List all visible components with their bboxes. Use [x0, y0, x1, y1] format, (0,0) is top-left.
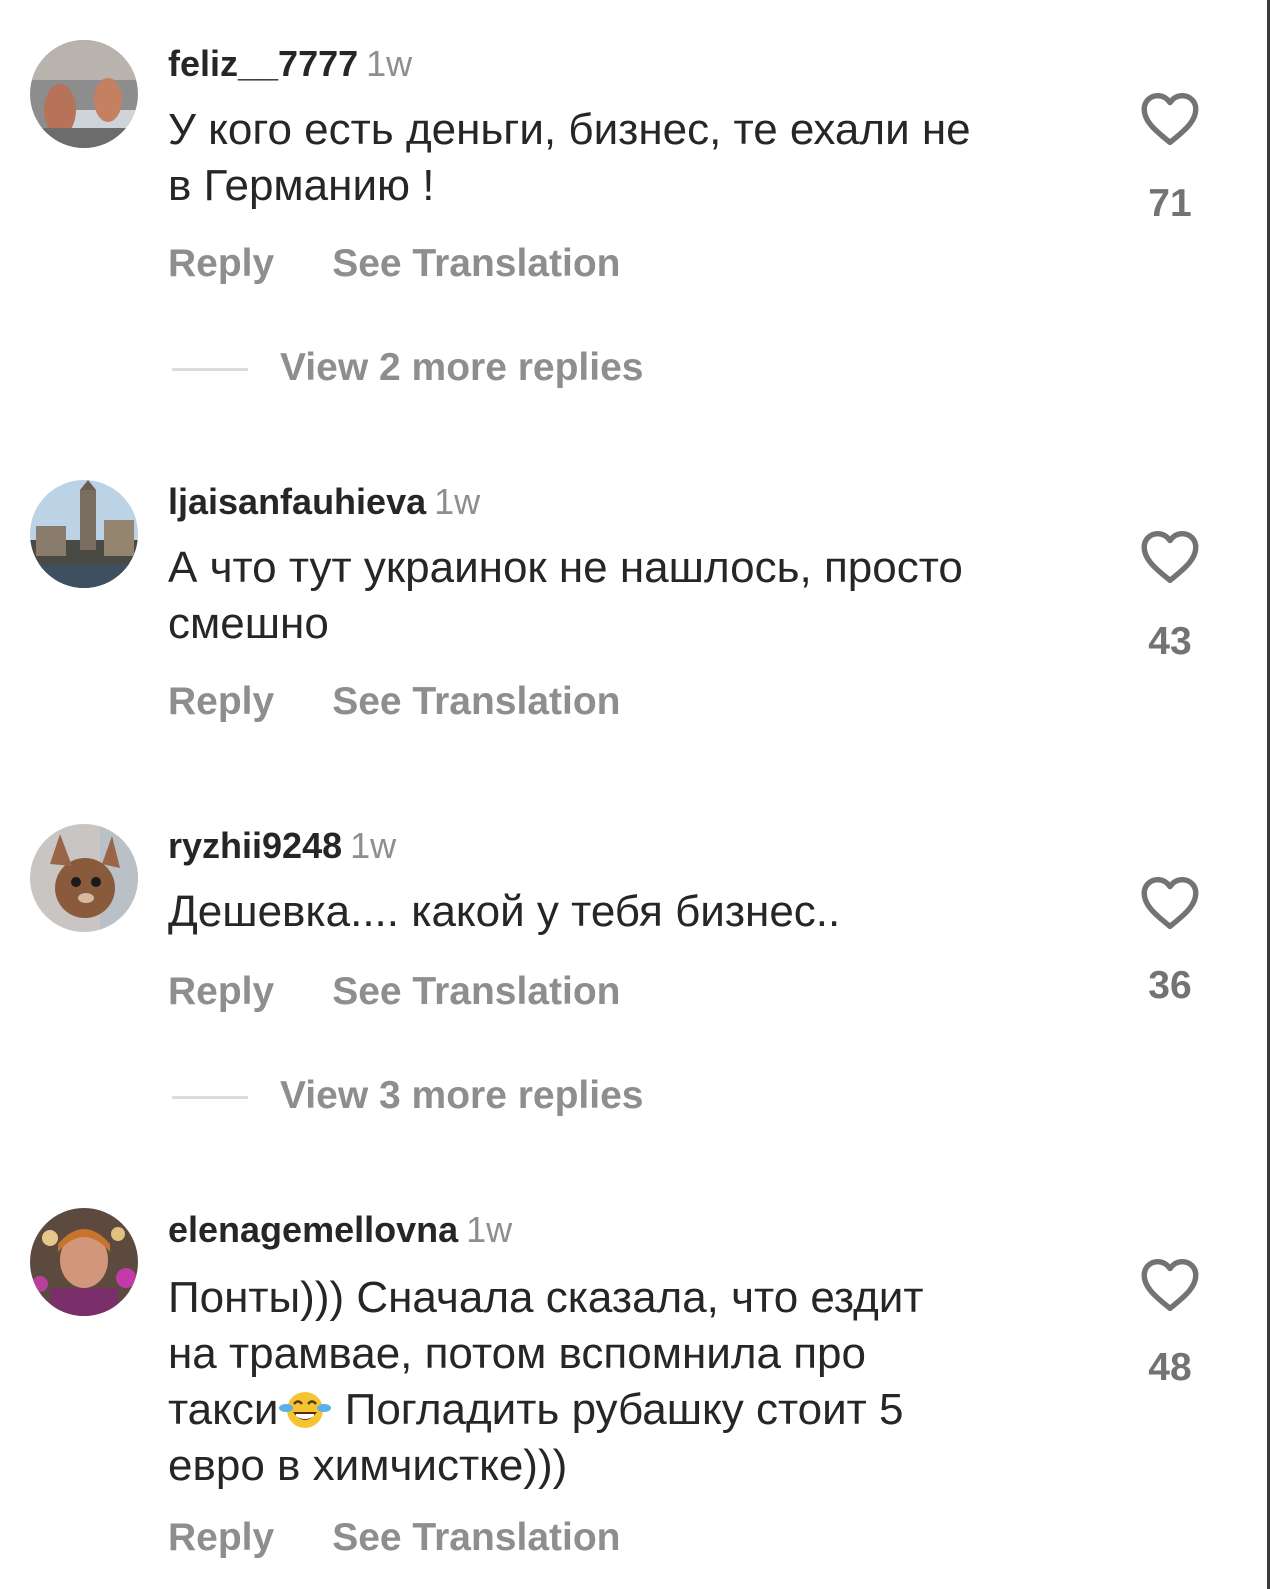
avatar-photo	[30, 1208, 138, 1316]
heart-outline-icon[interactable]	[1140, 1258, 1200, 1312]
view-replies-label: View 2 more replies	[280, 346, 644, 389]
comment-text-line: У кого есть деньги, бизнес, те ехали не	[168, 105, 971, 154]
comment-text-line: на трамвае, потом вспомнила про	[168, 1329, 866, 1378]
like-button[interactable]	[1140, 876, 1200, 930]
comment-meta: feliz__7777 1w	[168, 42, 412, 86]
heart-outline-icon[interactable]	[1140, 530, 1200, 584]
comment-text-line: Дешевка.... какой у тебя бизнес..	[168, 887, 841, 936]
like-count: 43	[1148, 620, 1192, 663]
heart-outline-icon[interactable]	[1140, 92, 1200, 146]
comment-meta: elenagemellovna 1w	[168, 1208, 512, 1252]
avatar-photo	[30, 480, 138, 588]
reply-button[interactable]: Reply	[168, 680, 274, 723]
username[interactable]: feliz__7777	[168, 43, 358, 84]
comment-meta: ryzhii9248 1w	[168, 824, 396, 868]
reply-thread-line	[172, 1096, 248, 1100]
like-count: 36	[1148, 964, 1192, 1007]
see-translation-button[interactable]: See Translation	[332, 680, 620, 723]
username[interactable]: elenagemellovna	[168, 1209, 458, 1250]
comment-text-fragment: такси	[168, 1385, 279, 1434]
comment-actions: Reply See Translation	[168, 1514, 620, 1562]
like-count: 71	[1148, 182, 1192, 225]
username[interactable]: ljaisanfauhieva	[168, 481, 426, 522]
view-replies-button[interactable]: View 2 more replies	[172, 344, 643, 392]
like-button[interactable]	[1140, 92, 1200, 146]
comment-text: Понты))) Сначала сказала, что ездит на т…	[168, 1270, 1108, 1494]
comment-actions: Reply See Translation	[168, 240, 620, 288]
comment-time: 1w	[350, 825, 397, 866]
like-button[interactable]	[1140, 1258, 1200, 1312]
comment-time: 1w	[434, 481, 481, 522]
comment-text-line: в Германию !	[168, 161, 435, 210]
comment-actions: Reply See Translation	[168, 968, 620, 1016]
reply-button[interactable]: Reply	[168, 242, 274, 285]
avatar[interactable]	[30, 480, 138, 588]
like-count: 48	[1148, 1346, 1192, 1389]
view-replies-label: View 3 more replies	[280, 1074, 644, 1117]
see-translation-button[interactable]: See Translation	[332, 970, 620, 1013]
comment-meta: ljaisanfauhieva 1w	[168, 480, 480, 524]
view-replies-button[interactable]: View 3 more replies	[172, 1072, 643, 1120]
username[interactable]: ryzhii9248	[168, 825, 342, 866]
reply-thread-line	[172, 368, 248, 372]
avatar[interactable]	[30, 824, 138, 932]
reply-button[interactable]: Reply	[168, 970, 274, 1013]
reply-button[interactable]: Reply	[168, 1516, 274, 1559]
comment-time: 1w	[366, 43, 413, 84]
avatar-photo	[30, 40, 138, 148]
comment-text-fragment: Погладить рубашку стоит 5	[344, 1385, 904, 1434]
face-with-tears-of-joy-icon	[279, 1392, 332, 1428]
see-translation-button[interactable]: See Translation	[332, 242, 620, 285]
see-translation-button[interactable]: See Translation	[332, 1516, 620, 1559]
comment-text-line: такси Погладить рубашку стоит 5	[168, 1382, 1108, 1438]
comment-text-line: смешно	[168, 599, 329, 648]
avatar[interactable]	[30, 40, 138, 148]
comment-text-line: А что тут украинок не нашлось, просто	[168, 543, 963, 592]
comment-text-line: евро в химчистке)))	[168, 1441, 568, 1490]
comment-text: Дешевка.... какой у тебя бизнес..	[168, 884, 1108, 940]
comment-actions: Reply See Translation	[168, 678, 620, 726]
comment-text-line: Понты))) Сначала сказала, что ездит	[168, 1273, 924, 1322]
heart-outline-icon[interactable]	[1140, 876, 1200, 930]
comment-time: 1w	[466, 1209, 513, 1250]
avatar-photo	[30, 824, 138, 932]
avatar[interactable]	[30, 1208, 138, 1316]
comment-text: У кого есть деньги, бизнес, те ехали не …	[168, 102, 1108, 214]
window-edge	[1267, 0, 1270, 1589]
comment-text: А что тут украинок не нашлось, просто см…	[168, 540, 1108, 652]
like-button[interactable]	[1140, 530, 1200, 584]
